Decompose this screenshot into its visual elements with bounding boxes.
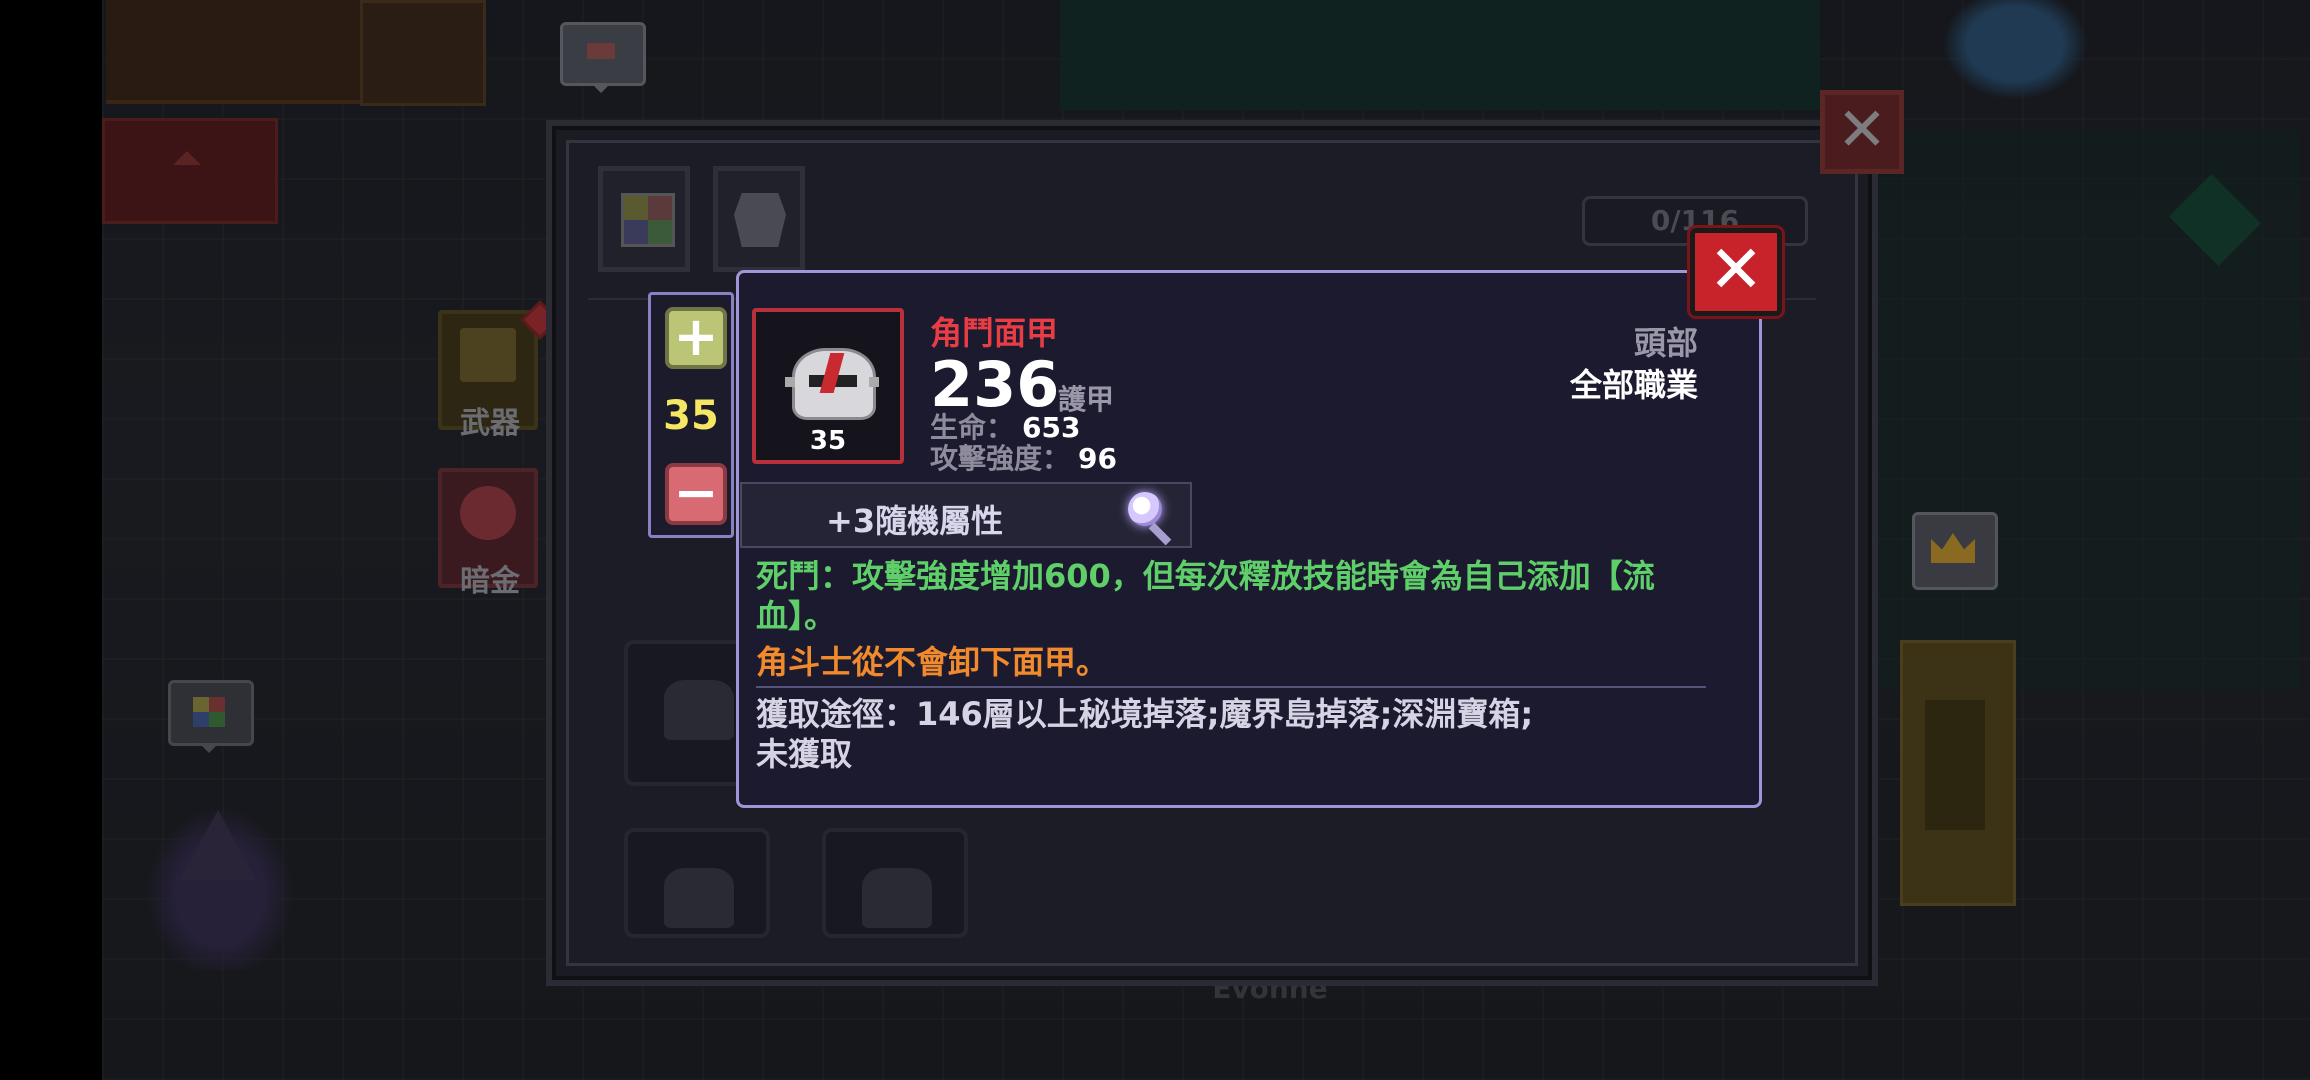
background-pond [1060, 0, 1820, 110]
dark-gold-label: 暗金 [460, 564, 520, 599]
witch-character [140, 800, 300, 970]
armor-icon [734, 193, 786, 247]
weapon-label: 武器 [460, 406, 520, 441]
background-crate [360, 0, 486, 106]
background-banner [102, 118, 278, 224]
up-arrow-icon [173, 151, 201, 165]
crown-bubble-icon [1912, 512, 1998, 590]
equip-slot: 頭部 [1633, 324, 1698, 362]
item-level: 35 [809, 426, 847, 456]
item-effect: 死鬥：攻擊強度增加600，但每次釋放技能時會為自己添加【流血】。 [756, 557, 1655, 635]
random-attributes-label: +3隨機屬性 [826, 502, 1004, 540]
tooltip-close-button[interactable]: ✕ [1687, 225, 1785, 319]
item-icon-frame: 35 [752, 308, 904, 464]
tab-armor[interactable] [713, 166, 805, 272]
magnifier-icon [1128, 492, 1162, 526]
chat-bubble-icon [560, 22, 646, 93]
bear-icon [862, 868, 932, 928]
flavor-text: 角斗士從不會卸下面甲。 [756, 643, 1109, 681]
background-door [106, 0, 366, 104]
inventory-slot[interactable] [624, 828, 770, 938]
tab-all-items[interactable] [598, 166, 690, 272]
obtain-source: 獲取途徑：146層以上秘境掉落;魔界島掉落;深淵寶箱; [756, 695, 1534, 733]
hat-icon [664, 680, 734, 740]
class-restriction: 全部職業 [1569, 366, 1698, 404]
gladiator-helmet-icon [785, 348, 879, 420]
level-value: 35 [663, 393, 719, 439]
inventory-slot[interactable] [822, 828, 968, 938]
dark-gold-icon [460, 486, 516, 540]
grid-icon [621, 193, 675, 247]
stat-attack: 攻擊強度： 96 [930, 442, 1117, 475]
tooltip-divider [756, 686, 1706, 688]
obtain-status: 未獲取 [756, 735, 853, 773]
level-increase-button[interactable]: + [665, 307, 727, 369]
stat-hp: 生命： 653 [930, 411, 1081, 444]
level-decrease-button[interactable]: − [665, 463, 727, 525]
weapon-icon [460, 328, 516, 382]
random-attributes-button[interactable]: +3隨機屬性 [740, 482, 1192, 548]
background-bird [1930, 0, 2100, 110]
helmet-icon [664, 868, 734, 928]
color-bubble-icon [168, 680, 254, 753]
armor-value: 236 [930, 348, 1060, 421]
inventory-close-button[interactable]: ✕ [1820, 90, 1904, 174]
level-control: + 35 − [648, 292, 734, 538]
